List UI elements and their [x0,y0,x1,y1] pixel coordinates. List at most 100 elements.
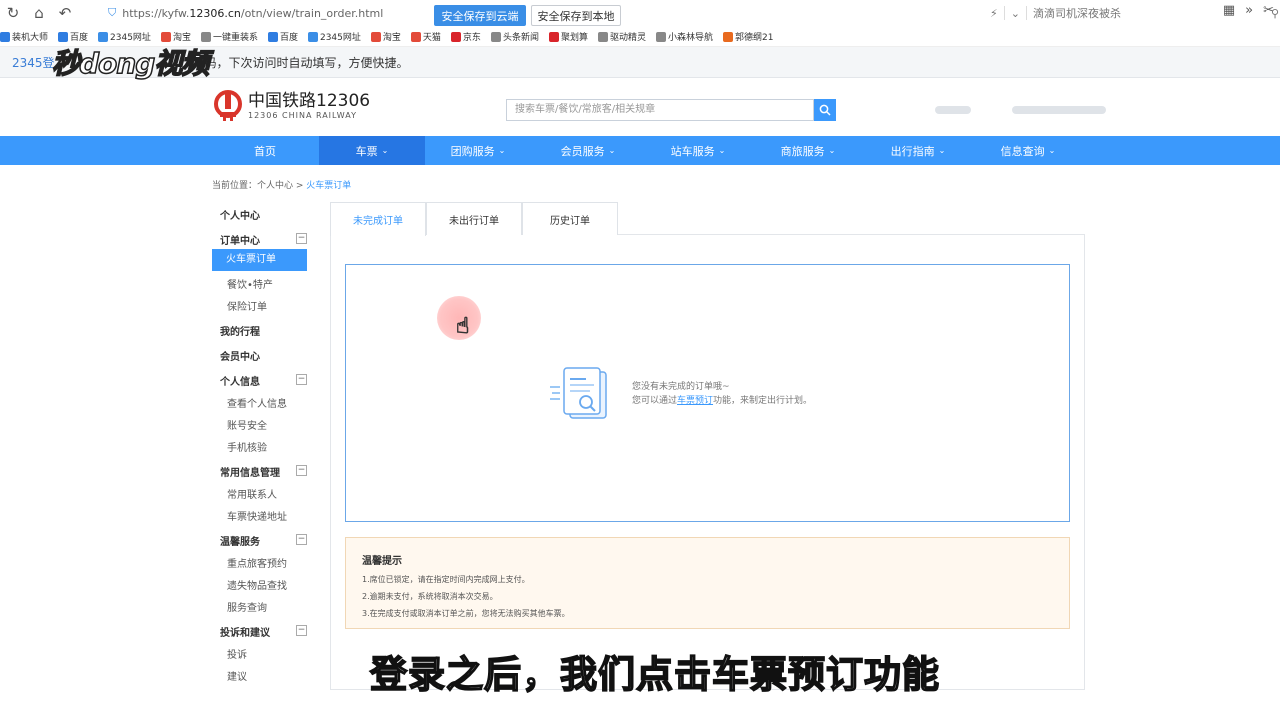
sidebar-item-insurance[interactable]: 保险订单 [227,298,267,313]
sidebar-item-delivery-address[interactable]: 车票快递地址 [227,508,287,523]
breadcrumb: 当前位置：个人中心 > 火车票订单 [212,181,352,191]
bookmark-item[interactable]: 聚划算 [548,30,588,43]
nav-label: 商旅服务 [780,144,825,158]
chevron-down-icon: ⌄ [718,146,726,155]
bookmark-label: 一键重装系 [212,33,258,43]
site-logo[interactable]: 中国铁路12306 12306 CHINA RAILWAY [212,88,370,122]
nav-item-1[interactable]: 车票 ⌄ [319,136,425,165]
sidebar-item-contacts[interactable]: 常用联系人 [227,486,277,501]
nav-item-5[interactable]: 商旅服务 ⌄ [755,136,861,165]
refresh-icon[interactable]: ↻ [0,0,26,26]
bookmark-item[interactable]: 一键重装系 [200,30,258,43]
sidebar-complaints[interactable]: 投诉和建议 [220,624,270,639]
nav-label: 站车服务 [670,144,715,158]
favicon-icon [655,31,666,42]
sidebar-item-lost-items[interactable]: 遗失物品查找 [227,577,287,592]
empty-orders-message: 您没有未完成的订单哦~ 您可以通过车票预订功能，来制定出行计划。 [632,382,813,406]
bookmark-label: 聚划算 [560,33,588,43]
browser-extensions: ▦ » ✂ [1223,3,1274,18]
nav-item-3[interactable]: 会员服务 ⌄ [535,136,641,165]
bookmark-item[interactable]: 淘宝 [370,30,401,43]
sidebar: 个人中心 订单中心 − 火车票订单 餐饮•特产 保险订单 我的行程 会员中心 个… [212,202,312,683]
favicon-icon [58,31,69,42]
tips-line: 3.在完成支付或取消本订单之前，您将无法购买其他车票。 [362,609,570,618]
favicon-icon [307,31,318,42]
breadcrumb-current[interactable]: 火车票订单 [306,181,351,191]
video-subtitle: 登录之后，我们点击车票预订功能 [369,652,940,697]
tab-unfinished-orders[interactable]: 未完成订单 [330,202,426,236]
bookmark-label: 头条新闻 [502,33,539,43]
empty-document-icon [550,367,607,419]
bookmark-label: 天猫 [422,33,441,43]
bookmark-item[interactable]: 装机大师 [0,30,48,43]
chevron-down-icon: ⌄ [381,146,389,155]
url-prefix: https://kyfw. [122,6,190,20]
collapse-icon[interactable]: − [296,465,307,476]
back-icon[interactable]: ↶ [52,0,78,26]
logo-subtitle: 12306 CHINA RAILWAY [248,110,357,120]
railway-logo-icon [214,90,242,121]
logo-title: 中国铁路12306 [248,90,371,111]
site-search-button[interactable] [814,99,836,121]
hand-cursor-icon: ☝ [455,314,470,340]
favicon-icon [597,31,608,42]
chevron-down-icon: ⌄ [828,146,836,155]
secure-shield-icon: ⛉ [108,6,117,19]
sidebar-item-account-security[interactable]: 账号安全 [227,417,267,432]
apps-icon[interactable]: ▦ [1223,3,1235,18]
tips-title: 温馨提示 [362,556,402,567]
site-search-input[interactable]: 搜索车票/餐饮/常旅客/相关规章 [506,99,814,121]
bookmark-item[interactable]: 小森林导航 [655,30,713,43]
sidebar-my-trips[interactable]: 我的行程 [220,323,260,338]
sidebar-personal-info[interactable]: 个人信息 [220,373,260,388]
bookmark-item[interactable]: 头条新闻 [490,30,539,43]
tab-untraveled-orders[interactable]: 未出行订单 [426,202,522,235]
collapse-icon[interactable]: − [296,233,307,244]
bookmark-item[interactable]: 京东 [450,30,481,43]
nav-item-6[interactable]: 出行指南 ⌄ [865,136,971,165]
sidebar-personal-center[interactable]: 个人中心 [220,207,260,222]
sidebar-item-view-info[interactable]: 查看个人信息 [227,395,287,410]
tab-history-orders[interactable]: 历史订单 [522,202,618,235]
sidebar-item-catering[interactable]: 餐饮•特产 [227,276,273,291]
scissors-icon[interactable]: ✂ [1263,3,1274,18]
sidebar-item-train-orders[interactable]: 火车票订单 [212,249,307,271]
chevron-down-icon: ⌄ [938,146,946,155]
sidebar-member-center[interactable]: 会员中心 [220,348,260,363]
bookmark-label: 郭德纲21 [735,33,774,43]
favicon-icon [200,31,211,42]
search-hint: 滴滴司机深夜被杀 [1032,7,1121,20]
bookmark-item[interactable]: 驱动精灵 [597,30,646,43]
bookmark-item[interactable]: 天猫 [410,30,441,43]
more-icon[interactable]: » [1245,3,1253,18]
save-to-cloud-button[interactable]: 安全保存到云端 [434,5,526,26]
ticket-booking-link[interactable]: 车票预订 [677,396,713,406]
blurred-user-link [935,106,971,114]
sidebar-item-key-passenger[interactable]: 重点旅客预约 [227,555,287,570]
sidebar-warm-service[interactable]: 温馨服务 [220,533,260,548]
bookmark-item[interactable]: 2345网址 [307,30,361,43]
collapse-icon[interactable]: − [296,374,307,385]
collapse-icon[interactable]: − [296,625,307,636]
sidebar-order-center[interactable]: 订单中心 [220,232,260,247]
nav-item-7[interactable]: 信息查询 ⌄ [975,136,1081,165]
collapse-icon[interactable]: − [296,534,307,545]
nav-item-0[interactable]: 首页 [212,136,318,165]
bookmark-label: 装机大师 [12,33,49,43]
nav-item-4[interactable]: 站车服务 ⌄ [645,136,751,165]
warm-tips-box: 温馨提示 1.席位已锁定，请在指定时间内完成网上支付。 2.逾期未支付，系统将取… [345,537,1070,629]
bookmark-item[interactable]: 郭德纲21 [723,30,773,43]
sidebar-item-phone-verify[interactable]: 手机核验 [227,439,267,454]
sidebar-item-service-query[interactable]: 服务查询 [227,599,267,614]
sidebar-common-info[interactable]: 常用信息管理 [220,464,280,479]
save-to-local-button[interactable]: 安全保存到本地 [531,5,621,26]
nav-label: 首页 [254,144,276,158]
nav-item-2[interactable]: 团购服务 ⌄ [425,136,531,165]
bookmark-item[interactable]: 百度 [267,30,298,43]
bookmark-label: 2345网址 [319,33,361,43]
url-path: /otn/view/train_order.html [240,6,384,20]
nav-label: 团购服务 [450,144,495,158]
favicon-icon [548,31,559,42]
chevron-down-icon: ⌄ [498,146,506,155]
home-icon[interactable]: ⌂ [26,0,52,26]
